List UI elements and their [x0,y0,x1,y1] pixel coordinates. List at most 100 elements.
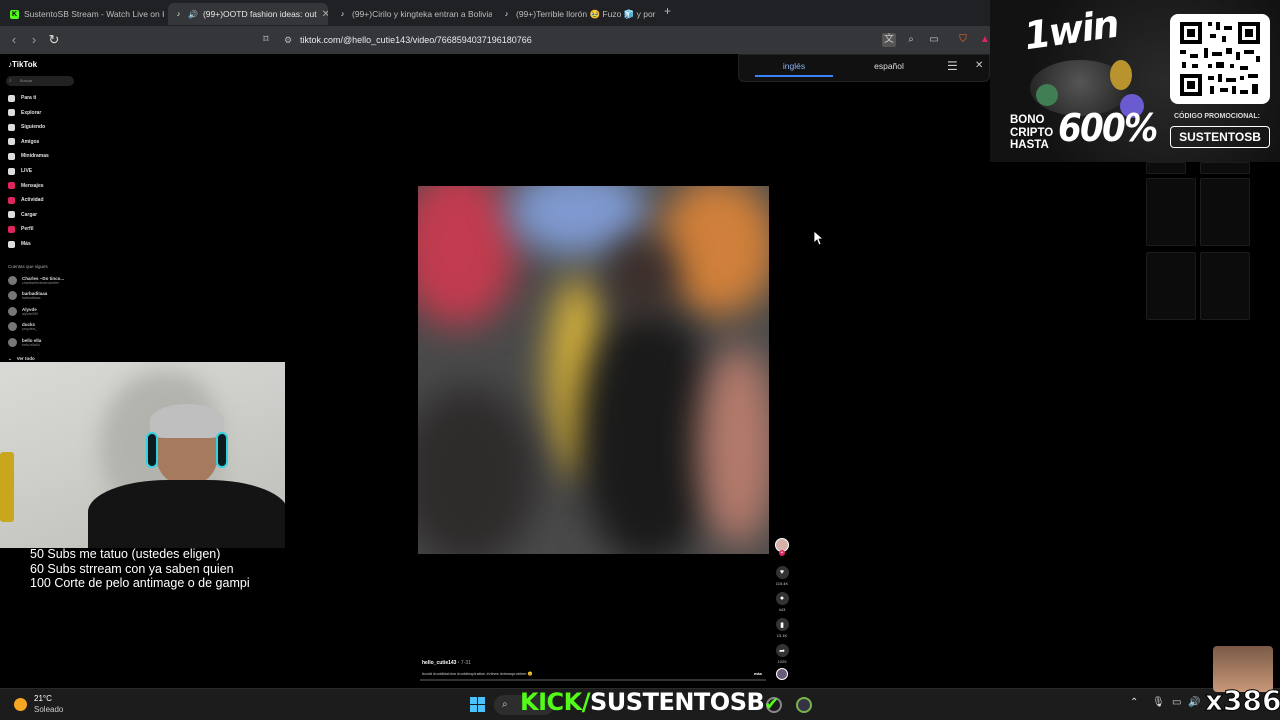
new-tab-button[interactable]: + [664,4,671,18]
blur-floor [418,386,538,554]
reload-icon[interactable]: ↻ [46,32,62,48]
cast-icon[interactable]: ▭ [927,33,941,47]
share-icon[interactable]: ➦ [775,644,789,657]
sidebar-item-10[interactable]: Más [8,238,31,250]
tab-label: (99+)OOTD fashion ideas: out [202,9,317,19]
following-item[interactable]: barbaditaaa barbaditaaa [8,289,47,303]
sidebar-item-2[interactable]: Siguiendo [8,121,45,133]
menu-icon[interactable]: ☰ [947,59,958,73]
sidebar-item-9[interactable]: Perfil [8,223,34,235]
tab-tiktok-terrible[interactable]: ♪ (99+)Terrible llorón 🥹 Fuzo 🧊 y por [496,3,656,25]
music-disc-icon[interactable] [776,668,788,680]
nav-icon [8,182,15,190]
streamer-webcam [0,362,285,548]
sidebar-item-0[interactable]: Para ti [8,92,36,104]
kick-channel-name: SUSTENTOSB [590,688,765,716]
close-tab-icon[interactable]: ✕ [322,9,328,20]
search-icon: ⌕ [502,699,508,710]
speaker-icon: 🔊 [188,9,198,19]
save-action[interactable]: ▮ 13.1K [774,618,790,638]
kick-prefix: KICK/ [520,688,591,716]
following-item[interactable]: Alyvde alyvde099 [8,304,38,318]
tab-tiktok-ootd[interactable]: ♪ 🔊 (99+)OOTD fashion ideas: out ✕ [168,3,328,25]
ad-bonus-value: 600% [1058,106,1158,150]
following-item[interactable]: bello ella bello.ella04 [8,335,41,349]
goal-line: 100 Corte de pelo antimage o de gampi [30,576,250,590]
search-icon: ⌕ [9,78,12,84]
windows-start-icon[interactable] [470,697,485,712]
sidebar-item-3[interactable]: Amigos [8,136,39,148]
sidebar-item-5[interactable]: LIVE [8,165,32,177]
weather-temperature[interactable]: 21°C [34,694,52,703]
placeholder-cell [1200,252,1250,320]
avatar [8,306,17,316]
bookmark-icon[interactable]: ▮ [775,618,789,631]
video-author[interactable]: hello_cutie143 · 7-31 [422,660,471,666]
following-item[interactable]: ducks pequitos_ [8,320,37,334]
ad-bonus-line: CRIPTO [1010,126,1054,139]
like-action[interactable]: ♥ 115.4K [774,566,790,586]
blur-orange [658,186,769,316]
weather-condition[interactable]: Soleado [34,705,63,714]
webcam-yellow-object [0,452,14,522]
stream-goals: 50 Subs me tatuo (ustedes eligen) 60 Sub… [30,547,250,591]
placeholder-cell [1200,162,1250,174]
nav-icon [8,138,15,146]
ad-coin-icon [1036,84,1058,106]
translate-icon[interactable]: 文 [882,33,896,47]
placeholder-cell [1146,178,1196,246]
comment-icon[interactable]: ● [775,592,789,605]
forward-icon[interactable]: › [26,32,42,48]
sidebar-item-label: Más [21,241,31,247]
sidebar-item-4[interactable]: Minidramas [8,150,49,162]
tab-tiktok-cirilo[interactable]: ♪ (99+)Cirilo y kingteka entran a Bolivi… [332,3,492,25]
heart-icon[interactable]: ♥ [775,566,789,579]
qr-code-pattern [1180,22,1260,96]
taskbar-app-icon[interactable] [796,697,812,713]
ad-bonus-text: BONO CRIPTO HASTA [1010,114,1053,152]
comment-action[interactable]: ● 443 [774,592,790,612]
sidebar-item-1[interactable]: Explorar [8,107,41,119]
tab-kick-stream[interactable]: K SustentoSB Stream - Watch Live on K [4,3,164,25]
site-info-icon[interactable]: ⚙ [280,32,296,48]
avatar [8,322,17,331]
qr-code [1170,14,1270,104]
chevron-up-icon[interactable]: ⌃ [1130,697,1138,708]
sidebar-item-7[interactable]: Actividad [8,194,44,206]
sidebar-item-label: Perfil [21,226,34,233]
tiktok-logo[interactable]: ♪TikTok [8,60,37,69]
follow-plus-icon[interactable]: + [779,550,785,556]
tiktok-logo-text: TikTok [12,60,38,69]
zoom-icon[interactable]: ⌕ [904,33,918,47]
volume-icon[interactable]: 🔊 [1188,697,1200,708]
back-icon[interactable]: ‹ [6,32,22,48]
bookmark-icon[interactable]: ⌑ [258,32,274,48]
following-item[interactable]: Charles ~Do tinco... charleselectocerodob… [8,273,64,287]
translate-option-english[interactable]: inglés [739,61,849,71]
more-link[interactable]: más [754,671,762,676]
following-text: barbaditaaa barbaditaaa [22,291,47,300]
following-handle: alyvde099 [22,311,38,316]
share-action[interactable]: ➦ 1029 [774,644,790,664]
brave-shield-icon[interactable]: ⛉ [956,33,970,47]
nav-icon [8,123,15,131]
video-player[interactable] [418,186,769,554]
blur-head [608,236,678,316]
sidebar-item-label: Mensajes [21,182,44,189]
save-count: 13.1K [776,633,788,638]
nav-icon [8,152,15,160]
url-field[interactable]: tiktok.com/@hello_cutie143/video/7668594… [300,32,880,48]
comment-count: 443 [778,607,786,612]
translate-option-spanish[interactable]: español [839,61,939,71]
network-icon[interactable]: ▭ [1172,697,1181,708]
following-text: bello ella bello.ella04 [22,338,41,347]
goal-line: 60 Subs strream con ya saben quien [30,561,234,576]
close-icon[interactable]: ✕ [975,60,983,71]
video-progress-track[interactable] [420,679,766,681]
microphone-icon[interactable]: 🎙 [1152,697,1165,708]
avatar [8,275,17,285]
following-name: Charles ~Do tinco... [22,275,65,281]
search-input[interactable]: Buscar [6,76,74,86]
sidebar-item-6[interactable]: Mensajes [8,180,44,192]
sidebar-item-8[interactable]: Cargar [8,209,37,221]
